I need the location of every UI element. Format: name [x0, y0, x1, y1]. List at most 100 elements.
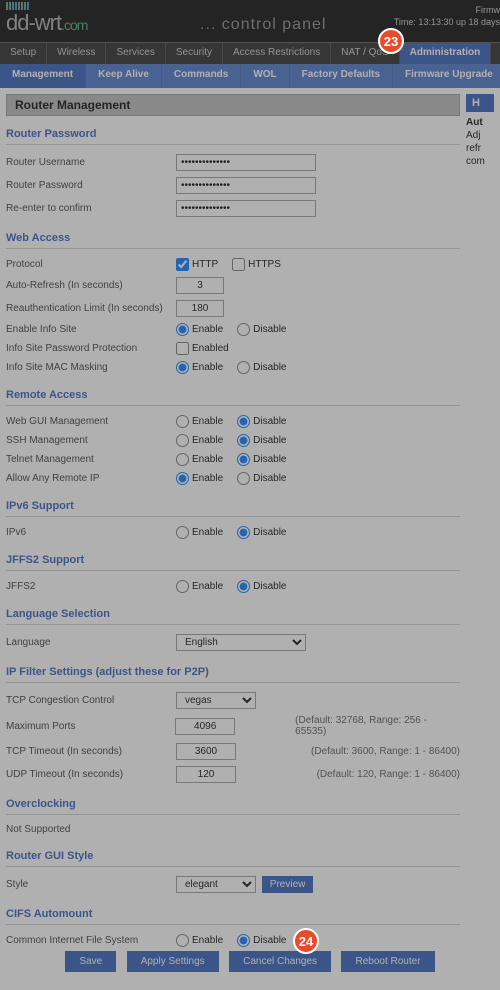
http-checkbox[interactable]	[176, 258, 189, 271]
tab-setup[interactable]: Setup	[0, 43, 47, 64]
tab-administration[interactable]: Administration	[400, 43, 492, 64]
style-section: Router GUI Style Styleelegant Preview	[6, 846, 460, 896]
maxports-input[interactable]	[175, 718, 235, 735]
ipfilter-legend: IP Filter Settings (adjust these for P2P…	[6, 662, 460, 683]
lang-label: Language	[6, 637, 176, 648]
tcp-cc-select[interactable]: vegas	[176, 692, 256, 709]
cifs-enable[interactable]	[176, 934, 189, 947]
help-sidebar: H AutAdj refr com	[466, 94, 494, 954]
protocol-label: Protocol	[6, 259, 176, 270]
http-label: HTTP	[192, 259, 218, 270]
autorefresh-label: Auto-Refresh (In seconds)	[6, 280, 176, 291]
infosite-disable[interactable]	[237, 323, 250, 336]
style-legend: Router GUI Style	[6, 846, 460, 867]
ssh-label: SSH Management	[6, 435, 176, 446]
remote-legend: Remote Access	[6, 385, 460, 406]
web-disable[interactable]	[237, 415, 250, 428]
tab-services[interactable]: Services	[106, 43, 165, 64]
signal-bars-icon	[6, 2, 29, 10]
jffs2-label: JFFS2	[6, 581, 176, 592]
telnet-label: Telnet Management	[6, 454, 176, 465]
https-label: HTTPS	[248, 259, 281, 270]
tcp-to-input[interactable]	[176, 743, 236, 760]
tab-status[interactable]: S	[491, 43, 500, 64]
apply-button[interactable]: Apply Settings	[127, 951, 219, 972]
username-input[interactable]	[176, 154, 316, 171]
telnet-disable[interactable]	[237, 453, 250, 466]
infosite-pw-label: Info Site Password Protection	[6, 343, 176, 354]
cancel-button[interactable]: Cancel Changes	[229, 951, 331, 972]
callout-24: 24	[293, 928, 319, 954]
subtab-commands[interactable]: Commands	[162, 64, 241, 88]
lang-legend: Language Selection	[6, 604, 460, 625]
tab-security[interactable]: Security	[166, 43, 223, 64]
infosite-enable[interactable]	[176, 323, 189, 336]
tcp-to-label: TCP Timeout (In seconds)	[6, 746, 176, 757]
infosite-mac-label: Info Site MAC Masking	[6, 362, 176, 373]
web-enable[interactable]	[176, 415, 189, 428]
footer-buttons: Save Apply Settings Cancel Changes Reboo…	[0, 951, 500, 972]
username-label: Router Username	[6, 157, 176, 168]
ipv6-enable[interactable]	[176, 526, 189, 539]
jffs2-disable[interactable]	[237, 580, 250, 593]
subtab-keepalive[interactable]: Keep Alive	[86, 64, 162, 88]
callout-23: 23	[378, 28, 404, 54]
reauth-input[interactable]	[176, 300, 224, 317]
router-password-section: Router Password Router Username Router P…	[6, 124, 460, 220]
ipv6-legend: IPv6 Support	[6, 496, 460, 517]
help-header: H	[466, 94, 494, 112]
confirm-input[interactable]	[176, 200, 316, 217]
subtab-wol[interactable]: WOL	[241, 64, 289, 88]
telnet-enable[interactable]	[176, 453, 189, 466]
maxports-label: Maximum Ports	[6, 721, 175, 732]
save-button[interactable]: Save	[65, 951, 116, 972]
overclock-section: Overclocking Not Supported	[6, 794, 460, 838]
subtab-firmware[interactable]: Firmware Upgrade	[393, 64, 500, 88]
web-access-legend: Web Access	[6, 228, 460, 249]
style-select[interactable]: elegant	[176, 876, 256, 893]
reboot-button[interactable]: Reboot Router	[341, 951, 434, 972]
preview-button[interactable]: Preview	[262, 876, 314, 893]
router-password-legend: Router Password	[6, 124, 460, 145]
maxports-hint: (Default: 32768, Range: 256 - 65535)	[295, 715, 460, 737]
udp-to-label: UDP Timeout (In seconds)	[6, 769, 176, 780]
anyip-disable[interactable]	[237, 472, 250, 485]
password-input[interactable]	[176, 177, 316, 194]
tab-access[interactable]: Access Restrictions	[223, 43, 331, 64]
infosite-pw-checkbox[interactable]	[176, 342, 189, 355]
anyip-enable[interactable]	[176, 472, 189, 485]
subtab-factory[interactable]: Factory Defaults	[290, 64, 393, 88]
autorefresh-input[interactable]	[176, 277, 224, 294]
tab-wireless[interactable]: Wireless	[47, 43, 106, 64]
subtab-management[interactable]: Management	[0, 64, 86, 88]
remote-access-section: Remote Access Web GUI ManagementEnableDi…	[6, 385, 460, 488]
cifs-disable[interactable]	[237, 934, 250, 947]
mac-disable[interactable]	[237, 361, 250, 374]
web-access-section: Web Access Protocol HTTP HTTPS Auto-Refres…	[6, 228, 460, 377]
confirm-label: Re-enter to confirm	[6, 203, 176, 214]
ipfilter-section: IP Filter Settings (adjust these for P2P…	[6, 662, 460, 786]
udp-to-hint: (Default: 120, Range: 1 - 86400)	[317, 769, 460, 780]
firmware-time: FirmwTime: 13:13:30 up 18 days	[394, 4, 500, 28]
ssh-enable[interactable]	[176, 434, 189, 447]
page-title: Router Management	[6, 94, 460, 116]
udp-to-input[interactable]	[176, 766, 236, 783]
jffs2-legend: JFFS2 Support	[6, 550, 460, 571]
overclock-legend: Overclocking	[6, 794, 460, 815]
mac-enable[interactable]	[176, 361, 189, 374]
ssh-disable[interactable]	[237, 434, 250, 447]
main-tabs: Setup Wireless Services Security Access …	[0, 42, 500, 64]
jffs2-enable[interactable]	[176, 580, 189, 593]
overclock-label: Not Supported	[6, 824, 176, 835]
logo: dd-wrt.com	[6, 10, 87, 36]
infosite-label: Enable Info Site	[6, 324, 176, 335]
tcp-to-hint: (Default: 3600, Range: 1 - 86400)	[311, 746, 460, 757]
language-select[interactable]: English	[176, 634, 306, 651]
web-gui-label: Web GUI Management	[6, 416, 176, 427]
ipv6-section: IPv6 Support IPv6EnableDisable	[6, 496, 460, 542]
help-body: AutAdj refr com	[466, 112, 494, 172]
ipv6-disable[interactable]	[237, 526, 250, 539]
anyip-label: Allow Any Remote IP	[6, 473, 176, 484]
https-checkbox[interactable]	[232, 258, 245, 271]
ipv6-label: IPv6	[6, 527, 176, 538]
